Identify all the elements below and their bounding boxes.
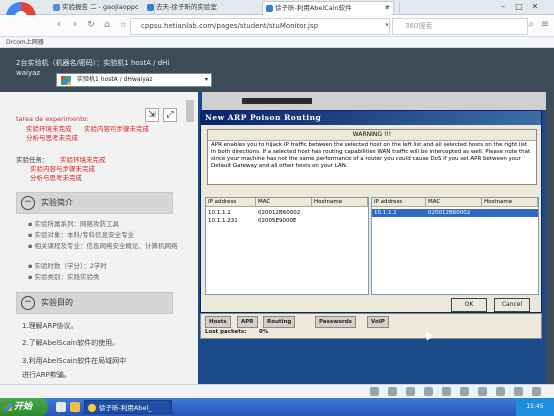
back-icon[interactable]: ‹ <box>52 18 66 32</box>
start-button[interactable]: 开始 <box>0 398 48 416</box>
tab-routing[interactable]: Routing <box>263 316 296 328</box>
table-row[interactable]: 10.1.1.1 020012B60002 <box>372 209 538 217</box>
tab-apr[interactable]: APR <box>237 316 258 328</box>
intro-bullet: ▪ 实验时数（学分）：2学时 <box>28 262 107 270</box>
forward-icon[interactable]: › <box>68 18 82 32</box>
status-icon[interactable] <box>388 387 397 396</box>
intro-bullet: ▪ 实验对象：本科/专科信息安全专业 <box>28 231 135 239</box>
reload-icon[interactable]: ↻ <box>84 18 98 32</box>
search-icon[interactable]: ⌕ <box>524 18 538 32</box>
home-icon[interactable]: ⌂ <box>100 18 114 32</box>
objective-item: 3.利用AbelScain软件在局域网中 <box>22 357 127 365</box>
maximize-icon[interactable]: □ <box>512 0 526 14</box>
tarea-label: tarea de experimento: <box>16 115 89 123</box>
tab-lab[interactable]: 去天-徐子昕的实验室 <box>144 1 273 14</box>
status-icon[interactable] <box>514 387 523 396</box>
right-host-list[interactable]: IP address MAC Hostname 10.1.1.1 020012B… <box>371 197 539 295</box>
status-icon[interactable] <box>370 387 379 396</box>
menu-icon[interactable]: ≡ <box>538 18 552 32</box>
search-input[interactable]: 360搜索 <box>392 18 528 35</box>
tab-passwords[interactable]: Passwords <box>315 316 356 328</box>
tab-abelcain[interactable]: 徐子昕-利用AbelCain软件 ✕ <box>262 1 394 15</box>
app-icon <box>88 404 96 412</box>
window-close-icon[interactable]: ✕ <box>528 0 542 14</box>
tab-voip[interactable]: VoIP <box>367 316 389 328</box>
status-icon[interactable] <box>442 387 451 396</box>
column-header[interactable]: MAC <box>426 198 482 207</box>
bookmark-star-icon[interactable]: ☆ <box>116 18 130 32</box>
bookmarks-bar: Drcom上网器 <box>0 37 554 48</box>
status-icon[interactable] <box>424 387 433 396</box>
expand-panel-icon[interactable]: ⤢ <box>163 108 177 122</box>
windows-logo-icon <box>4 403 12 411</box>
chevron-down-icon: ▾ <box>204 76 208 83</box>
tab-favicon-icon <box>147 4 154 11</box>
column-header[interactable]: IP address <box>372 198 426 207</box>
status-icon[interactable] <box>406 387 415 396</box>
experiment-sidebar <box>0 48 198 384</box>
status-icon[interactable] <box>478 387 487 396</box>
browser-status-bar <box>0 384 554 398</box>
windows-taskbar: 开始 徐子昕-利用Abel_ 15:45 <box>0 398 554 416</box>
status-icon[interactable] <box>496 387 505 396</box>
dialog-title: New ARP Poison Routing <box>201 111 541 125</box>
lost-packets-value: 0% <box>259 329 269 335</box>
objective-item: 1.理解ARP协议。 <box>22 322 78 330</box>
status-icon[interactable] <box>460 387 469 396</box>
browser-nav-bar: ‹ › ↻ ⌂ ☆ cppsu.hetianlab.com/pages/stud… <box>0 15 554 37</box>
right-rail <box>546 92 554 384</box>
tab-favicon-icon <box>266 5 273 12</box>
left-host-list[interactable]: IP address MAC Hostname 10.1.1.1 020012B… <box>205 197 369 295</box>
tab-report[interactable]: 实验报告 二 - gaojiaoppc <box>50 1 155 14</box>
new-tab-button[interactable]: + <box>382 1 400 14</box>
intro-bullet: ▪ 实验所属系列：网络攻防工具 <box>28 220 119 228</box>
remote-app-toolbar <box>202 92 548 110</box>
ok-button[interactable]: OK <box>451 298 487 312</box>
arp-poison-dialog: New ARP Poison Routing WARNING !!! APR e… <box>200 110 542 313</box>
column-header[interactable]: IP address <box>206 198 256 207</box>
warning-text: APR enables you to hijack IP traffic bet… <box>211 142 531 169</box>
tab-hosts[interactable]: Hosts <box>205 316 231 328</box>
status-icon[interactable] <box>532 387 541 396</box>
quicklaunch-icon[interactable] <box>70 402 80 412</box>
taskbar-clock[interactable]: 15:45 <box>516 398 554 416</box>
objective-item: 2.了解AbelScain软件的使用。 <box>22 339 120 347</box>
sidebar-scrollbar[interactable] <box>186 100 194 122</box>
intro-bullet: ▪ 实验类别：实践实验类 <box>28 273 100 281</box>
intro-section-header[interactable]: − 实验简介 <box>16 192 173 214</box>
browser-tab-strip: 实验报告 二 - gaojiaoppc 去天-徐子昕的实验室 徐子昕-利用Abe… <box>0 0 554 15</box>
machine-info-bar: 2台实验机（机器名/密码）：实验机1 hostA / dHi waiyaz 实验… <box>0 48 554 92</box>
warning-title: WARNING !!! <box>208 130 536 141</box>
tarea-item: 实验内容可步骤未完成 <box>84 125 149 133</box>
minimize-panel-icon[interactable]: ⇲ <box>145 108 159 122</box>
collapse-icon: − <box>21 196 35 210</box>
quicklaunch-icon[interactable] <box>56 402 66 412</box>
collapse-icon: − <box>21 296 35 310</box>
intro-bullet: ▪ 相关课程及专业：信息网络安全概论、计算机网络 <box>28 242 178 250</box>
objective-item: 进行ARP欺骗。 <box>22 371 71 379</box>
column-header[interactable]: Hostname <box>482 198 538 207</box>
lost-packets-label: Lost packets: <box>205 329 247 335</box>
task-item: 分析与思考未完成 <box>30 174 82 182</box>
taskbar-task-cain[interactable]: 徐子昕-利用Abel_ <box>84 400 172 414</box>
tab-favicon-icon <box>53 4 60 11</box>
machine-info-line1: 2台实验机（机器名/密码）：实验机1 hostA / dHi <box>16 59 170 67</box>
warning-box: WARNING !!! APR enables you to hijack IP… <box>207 129 537 185</box>
address-bar[interactable]: cppsu.hetianlab.com/pages/student/stuMon… <box>130 18 390 35</box>
column-header[interactable]: Hostname <box>312 198 368 207</box>
cancel-button[interactable]: Cancel <box>494 298 530 312</box>
table-row[interactable]: 10.1.1.1 020012B60002 <box>206 209 368 217</box>
windows-logo-icon <box>61 76 71 85</box>
tarea-item: 分析与思考未完成 <box>26 134 78 142</box>
machine-select[interactable]: 实验机1 hostA / dHwaiyaz ▾ <box>56 73 212 87</box>
bookmark-item-drcom[interactable]: Drcom上网器 <box>0 39 44 46</box>
objective-section-header[interactable]: − 实验目的 <box>16 292 173 314</box>
column-header[interactable]: MAC <box>256 198 312 207</box>
table-row[interactable]: 10.1.1.231 02005E9000E <box>206 217 368 225</box>
toolbar-strip <box>242 98 312 104</box>
machine-info-line2: waiyaz <box>16 69 41 77</box>
minimize-icon[interactable]: – <box>496 0 510 14</box>
cain-status-area: Hosts APR Routing Passwords VoIP Lost pa… <box>200 313 542 339</box>
